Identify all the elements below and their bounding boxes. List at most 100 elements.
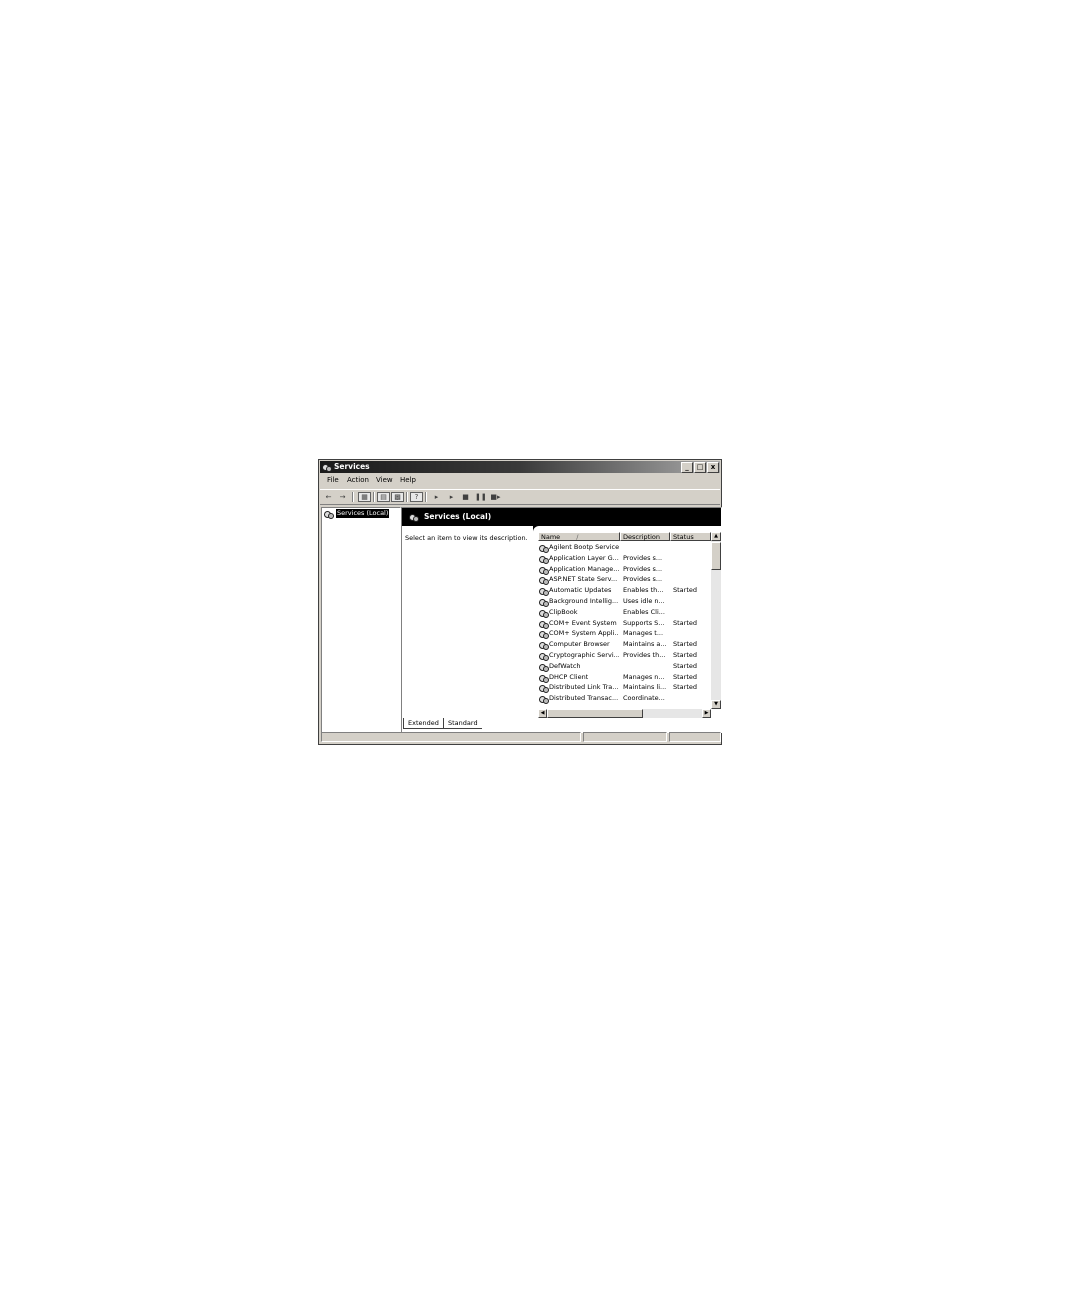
services-list: Name / Description Status Agilent Bootp … (538, 532, 721, 718)
menu-help[interactable]: Help (400, 476, 416, 484)
scroll-up-icon[interactable]: ▲ (711, 532, 721, 541)
scroll-left-icon[interactable]: ◀ (538, 709, 547, 718)
description-text: Select an item to view its description. (405, 534, 528, 542)
services-header-icon (409, 513, 419, 522)
menu-action[interactable]: Action (347, 476, 369, 484)
service-row[interactable]: Computer Browser Maintains a... Started (538, 639, 710, 651)
tree-item-label: Services (Local) (336, 509, 390, 518)
details-pane: Services (Local) Select an item to view … (401, 507, 722, 733)
close-button[interactable]: x (707, 462, 719, 473)
tab-standard[interactable]: Standard (443, 718, 482, 729)
services-app-icon (322, 463, 332, 472)
service-icon (539, 576, 549, 586)
start-service-icon[interactable]: ▸ (431, 492, 442, 502)
column-header-description[interactable]: Description (620, 532, 670, 541)
pause-service-icon[interactable]: ❚❚ (475, 492, 487, 502)
service-row[interactable]: Agilent Bootp Service (538, 542, 710, 553)
service-status: Started (673, 661, 698, 670)
service-row[interactable]: Application Manage... Provides s... (538, 564, 710, 575)
service-description: Coordinate... (623, 694, 665, 703)
service-description: Manages t... (623, 629, 664, 638)
help-icon[interactable]: ? (410, 492, 423, 502)
service-row[interactable]: Automatic Updates Enables th... Started (538, 585, 710, 597)
service-name: COM+ Event System (549, 618, 617, 627)
service-name: Distributed Link Tra... (549, 683, 619, 692)
tab-extended[interactable]: Extended (403, 718, 443, 729)
service-row[interactable]: ClipBook Enables Cli... (538, 607, 710, 618)
start-service-alt-icon[interactable]: ▸ (446, 492, 457, 502)
menu-bar: File Action View Help (321, 475, 719, 487)
service-row[interactable]: Distributed Link Tra... Maintains li... St… (538, 682, 710, 694)
show-hide-tree-icon[interactable]: ▦ (358, 492, 371, 502)
service-icon (539, 630, 549, 640)
service-row[interactable]: Cryptographic Servi... Provides th... Star… (538, 650, 710, 661)
service-row[interactable]: Background Intellig... Uses idle n... (538, 596, 710, 607)
service-icon (539, 641, 549, 651)
service-icon (539, 620, 549, 629)
service-name: DefWatch (549, 661, 581, 670)
service-icon (539, 598, 549, 607)
service-description: Enables Cli... (623, 607, 665, 616)
service-icon (539, 652, 549, 661)
service-row[interactable]: ASP.NET State Serv... Provides s... (538, 574, 710, 586)
forward-arrow-icon[interactable]: → (337, 492, 348, 502)
menu-file[interactable]: File (327, 476, 339, 484)
service-status: Started (673, 683, 698, 692)
service-row[interactable]: DHCP Client Manages n... Started (538, 672, 710, 683)
stop-service-icon[interactable]: ■ (460, 492, 471, 502)
horizontal-scroll-thumb[interactable] (547, 709, 643, 718)
services-icon (324, 510, 334, 519)
panel-header: Services (Local) (402, 508, 721, 526)
title-bar[interactable]: Services _ □ x (320, 461, 720, 473)
sort-ascending-icon: / (576, 533, 579, 541)
service-icon (539, 609, 549, 618)
service-status: Started (673, 586, 698, 595)
service-name: COM+ System Appli... (549, 629, 619, 638)
service-icon (539, 587, 549, 597)
service-row[interactable]: Distributed Transac... Coordinate... (538, 693, 710, 705)
service-row[interactable]: COM+ System Appli... Manages t... (538, 628, 710, 640)
properties-icon[interactable]: ▤ (377, 492, 390, 502)
service-row[interactable]: COM+ Event System Supports S... Started (538, 618, 710, 629)
service-icon (539, 555, 549, 564)
vertical-scrollbar[interactable]: ▲ ▼ (711, 532, 721, 709)
column-header-status[interactable]: Status (670, 532, 711, 541)
status-bar (320, 732, 721, 743)
panel-title: Services (Local) (424, 512, 492, 521)
status-panel-main (321, 732, 581, 742)
console-tree: Services (Local) (321, 507, 401, 733)
column-header-name[interactable]: Name / (538, 532, 620, 541)
service-name: Distributed Transac... (549, 694, 619, 703)
window-title: Services (334, 462, 370, 471)
service-description: Provides s... (623, 575, 663, 584)
scroll-down-icon[interactable]: ▼ (711, 700, 721, 709)
vertical-scroll-thumb[interactable] (711, 542, 721, 570)
service-row[interactable]: DefWatch Started (538, 661, 710, 672)
scroll-right-icon[interactable]: ▶ (702, 709, 711, 718)
service-name: Agilent Bootp Service (549, 543, 619, 551)
service-icon (539, 684, 549, 694)
menu-view[interactable]: View (376, 476, 393, 484)
service-description: Provides th... (623, 651, 666, 659)
service-description: Manages n... (623, 672, 665, 681)
service-status: Started (673, 672, 698, 681)
service-description: Enables th... (623, 586, 664, 595)
service-status: Started (673, 640, 698, 649)
back-arrow-icon[interactable]: ← (323, 492, 334, 502)
maximize-button[interactable]: □ (694, 462, 706, 473)
service-description: Uses idle n... (623, 597, 665, 605)
status-panel-3 (669, 732, 721, 742)
service-name: Cryptographic Servi... (549, 651, 619, 659)
service-name: Application Layer G... (549, 553, 619, 562)
service-name: DHCP Client (549, 672, 589, 681)
service-icon (539, 566, 549, 575)
minimize-button[interactable]: _ (681, 462, 693, 473)
service-icon (539, 663, 549, 672)
horizontal-scrollbar[interactable]: ◀ ▶ (538, 709, 711, 718)
service-name: ASP.NET State Serv... (549, 575, 618, 584)
export-list-icon[interactable]: ▩ (391, 492, 404, 502)
service-icon (539, 674, 549, 683)
service-row[interactable]: Application Layer G... Provides s... (538, 553, 710, 564)
status-panel-2 (583, 732, 667, 742)
restart-service-icon[interactable]: ■▸ (490, 492, 501, 502)
